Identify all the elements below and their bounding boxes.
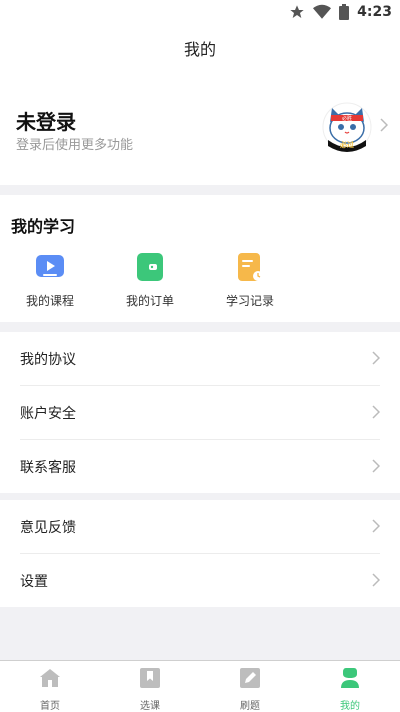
tab-practice[interactable]: 刷题: [220, 666, 280, 712]
tab-label: 首页: [40, 701, 60, 712]
status-bar: 4:23: [0, 0, 400, 26]
chevron-right-icon: [372, 405, 380, 419]
avatar[interactable]: 必胜 必过: [322, 102, 372, 152]
status-time: 4:23: [357, 4, 392, 20]
wallet-icon: [137, 253, 163, 281]
chevron-right-icon: [372, 351, 380, 365]
menu-item-feedback[interactable]: 意见反馈: [20, 500, 380, 554]
study-title: 我的学习: [11, 217, 76, 236]
study-records-button[interactable]: 学习记录: [210, 252, 290, 309]
battery-icon: [339, 4, 350, 20]
chevron-right-icon: [372, 519, 380, 533]
menu-item-label: 账户安全: [20, 406, 76, 422]
menu-item-account-security[interactable]: 账户安全: [20, 386, 380, 440]
profile-card[interactable]: 未登录 登录后使用更多功能 必胜 必过: [0, 84, 400, 185]
avatar-band-text: 必胜: [342, 115, 352, 122]
avatar-text: 必过: [339, 140, 354, 149]
bottom-tab-bar: 首页 选课 刷题 我的: [0, 660, 400, 712]
edit-icon: [240, 668, 260, 688]
menu-item-settings[interactable]: 设置: [20, 554, 380, 607]
my-orders-button[interactable]: 我的订单: [110, 252, 190, 309]
video-icon: [36, 255, 64, 277]
profile-name: 未登录: [16, 110, 76, 134]
my-courses-button[interactable]: 我的课程: [10, 252, 90, 309]
status-icons: 4:23: [289, 4, 392, 20]
record-icon: [238, 253, 263, 281]
my-orders-label: 我的订单: [125, 294, 174, 308]
chevron-right-icon: [380, 118, 388, 132]
menu-item-contact-support[interactable]: 联系客服: [20, 440, 380, 493]
my-courses-label: 我的课程: [25, 294, 74, 308]
tab-courses[interactable]: 选课: [120, 666, 180, 712]
tab-label: 刷题: [240, 701, 260, 712]
menu-group-account: 我的协议 账户安全 联系客服: [0, 332, 400, 493]
wifi-icon: [313, 4, 332, 19]
tab-label: 我的: [340, 701, 360, 712]
tab-label: 选课: [140, 701, 160, 712]
menu-item-label: 我的协议: [20, 352, 76, 368]
chevron-right-icon: [372, 459, 380, 473]
page-title: 我的: [183, 40, 216, 59]
profile-subtitle: 登录后使用更多功能: [16, 138, 134, 153]
menu-item-label: 意见反馈: [20, 520, 76, 536]
bookmark-icon: [140, 668, 160, 688]
chevron-right-icon: [372, 573, 380, 587]
user-icon: [341, 668, 359, 688]
study-section: 我的学习 我的课程 我的订单 学习记录: [0, 195, 400, 322]
header: 我的: [0, 26, 400, 84]
menu-item-agreement[interactable]: 我的协议: [20, 332, 380, 386]
tab-mine[interactable]: 我的: [320, 666, 380, 712]
menu-item-label: 设置: [20, 574, 48, 590]
star-icon: [290, 5, 304, 18]
home-icon: [40, 669, 60, 687]
menu-item-label: 联系客服: [20, 460, 76, 476]
tab-home[interactable]: 首页: [20, 666, 80, 712]
study-records-label: 学习记录: [225, 294, 274, 308]
menu-group-other: 意见反馈 设置: [0, 500, 400, 607]
